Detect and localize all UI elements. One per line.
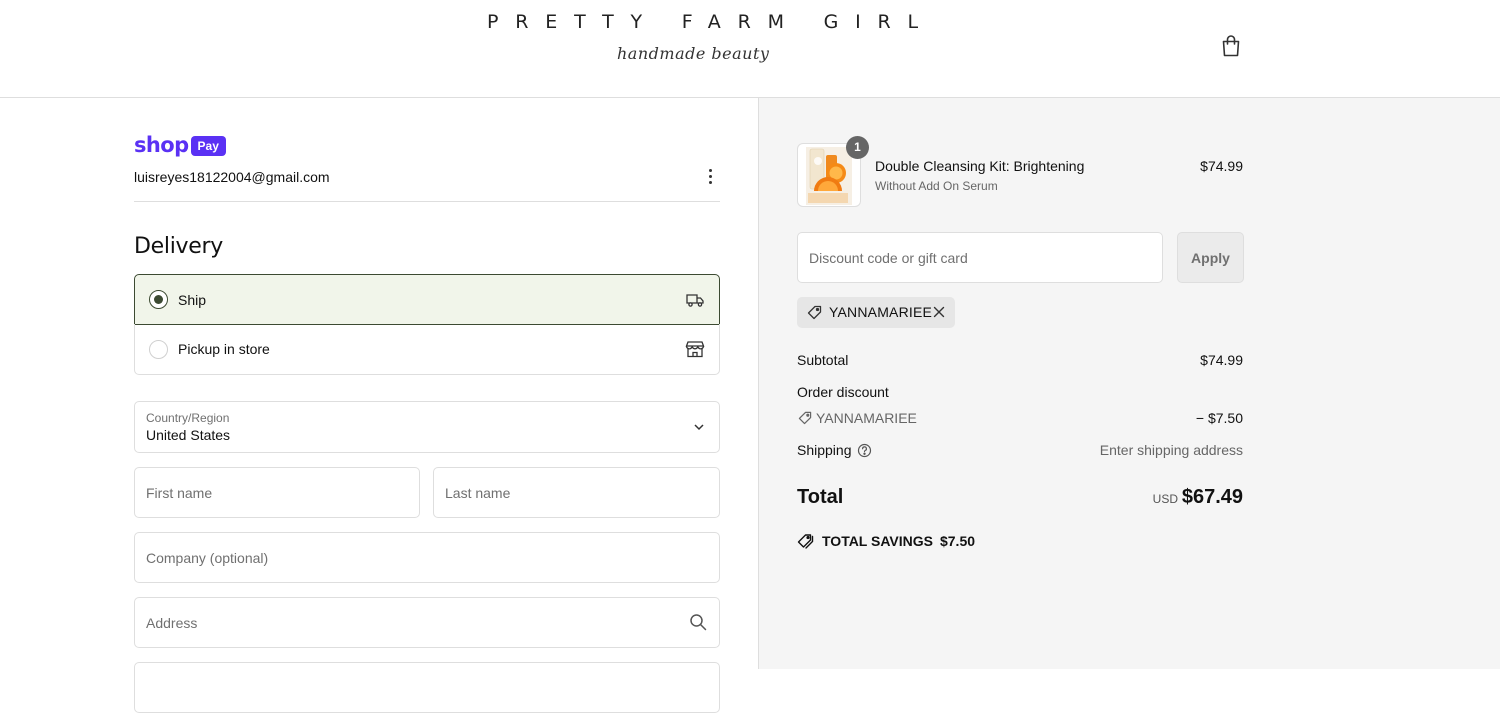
delivery-option-pickup[interactable]: Pickup in store <box>134 324 720 375</box>
shop-pay-wordmark: shop <box>134 133 189 157</box>
discount-code-label: YANNAMARIEE <box>816 410 917 426</box>
applied-discount-chip: YANNAMARIEE <box>797 297 955 328</box>
product-variant: Without Add On Serum <box>875 179 998 193</box>
radio-pickup[interactable] <box>149 339 168 359</box>
subtotal-label: Subtotal <box>797 352 849 368</box>
shop-pay-badge: Pay <box>190 135 226 156</box>
total-currency: USD <box>1152 492 1178 506</box>
company-field[interactable]: Company (optional) <box>134 532 720 583</box>
product-price: $74.99 <box>1200 158 1243 174</box>
shipping-label: Shipping <box>797 442 852 458</box>
applied-discount-code: YANNAMARIEE <box>829 304 933 320</box>
brand-logo[interactable]: PRETTY FARM GIRL <box>487 11 935 33</box>
truck-icon <box>686 293 704 307</box>
delivery-option-label: Pickup in store <box>178 341 270 357</box>
discount-value: − $7.50 <box>1195 410 1243 426</box>
address-field[interactable]: Address <box>134 597 720 648</box>
shipping-value: Enter shipping address <box>1099 442 1243 458</box>
discount-code-input[interactable]: Discount code or gift card <box>797 232 1163 283</box>
subtotal-value: $74.99 <box>1200 352 1243 368</box>
total-savings-label: TOTAL SAVINGS <box>822 533 933 549</box>
product-name: Double Cleansing Kit: Brightening <box>875 158 1085 174</box>
total-value: $67.49 <box>1181 486 1243 508</box>
delivery-option-ship[interactable]: Ship <box>134 274 720 325</box>
last-name-field[interactable]: Last name <box>433 467 720 518</box>
apartment-field[interactable] <box>134 662 720 713</box>
first-name-placeholder: First name <box>146 484 213 501</box>
site-header: PRETTY FARM GIRL handmade beauty <box>0 0 1500 98</box>
order-discount-label: Order discount <box>797 384 889 400</box>
quantity-badge: 1 <box>846 136 869 159</box>
radio-ship[interactable] <box>149 290 168 309</box>
country-value: United States <box>146 427 231 443</box>
company-placeholder: Company (optional) <box>146 549 269 566</box>
dot-icon <box>708 174 712 178</box>
address-placeholder: Address <box>146 614 198 631</box>
store-icon <box>685 341 705 358</box>
total-label: Total <box>797 486 844 508</box>
country-label: Country/Region <box>146 411 230 425</box>
tag-icon <box>807 305 822 320</box>
total-savings-value: $7.50 <box>939 533 976 549</box>
discount-placeholder: Discount code or gift card <box>809 250 968 266</box>
search-icon <box>690 614 707 631</box>
help-circle-icon[interactable] <box>857 443 872 458</box>
brand-tagline: handmade beauty <box>617 44 770 63</box>
shopping-bag-icon[interactable] <box>1220 34 1242 58</box>
divider <box>134 201 720 202</box>
delivery-heading: Delivery <box>134 234 223 259</box>
remove-discount-close-icon[interactable] <box>933 306 945 318</box>
shop-pay-logo: shop Pay <box>134 134 226 157</box>
total-savings: TOTAL SAVINGS $7.50 <box>797 533 975 549</box>
account-email: luisreyes18122004@gmail.com <box>134 169 330 185</box>
account-menu-button[interactable] <box>702 166 718 186</box>
dot-icon <box>708 168 712 172</box>
product-image <box>806 147 852 205</box>
tags-icon <box>797 534 814 549</box>
dot-icon <box>708 180 712 184</box>
chevron-down-icon <box>694 424 704 431</box>
first-name-field[interactable]: First name <box>134 467 420 518</box>
country-select[interactable]: Country/Region United States <box>134 401 720 453</box>
tag-icon <box>798 411 812 425</box>
apply-discount-button[interactable]: Apply <box>1177 232 1244 283</box>
last-name-placeholder: Last name <box>445 484 511 501</box>
delivery-option-label: Ship <box>178 291 207 308</box>
